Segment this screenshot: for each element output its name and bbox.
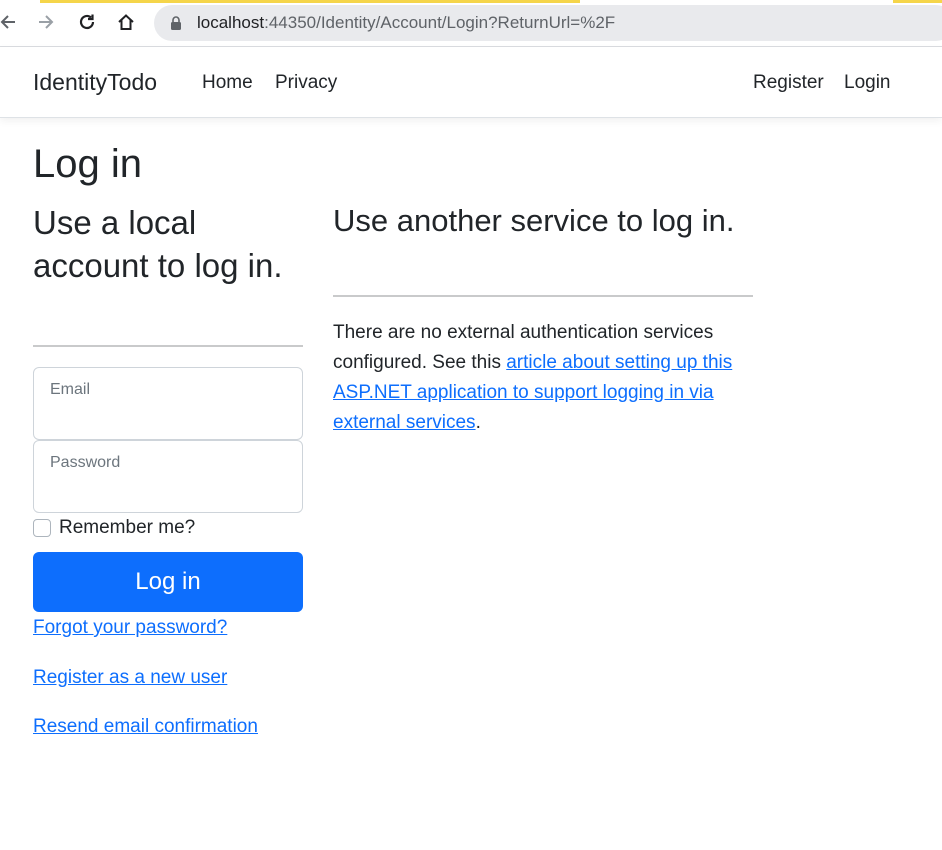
- home-button[interactable]: [112, 8, 140, 36]
- password-input[interactable]: [49, 477, 289, 497]
- page-title: Log in: [33, 142, 142, 186]
- local-section-divider: [33, 345, 303, 347]
- email-label: Email: [50, 381, 91, 398]
- browser-toolbar: localhost:44350/Identity/Account/Login?R…: [0, 0, 942, 46]
- email-input[interactable]: [49, 404, 289, 424]
- arrow-right-icon: [39, 15, 54, 29]
- remember-me-row[interactable]: Remember me?: [33, 516, 195, 540]
- nav-home-link[interactable]: Home: [202, 72, 253, 94]
- local-account-heading: Use a local account to log in.: [33, 204, 283, 284]
- login-submit-button[interactable]: Log in: [33, 552, 303, 612]
- back-button[interactable]: [0, 8, 22, 36]
- brand-link[interactable]: IdentityTodo: [33, 69, 157, 96]
- password-field[interactable]: Password: [33, 440, 303, 513]
- external-login-heading: Use another service to log in.: [333, 203, 735, 238]
- site-navbar: IdentityTodo Home Privacy Register Login: [0, 47, 942, 118]
- arrow-left-icon: [0, 15, 15, 29]
- url-host: localhost: [197, 13, 265, 32]
- url-text: localhost:44350/Identity/Account/Login?R…: [197, 13, 615, 33]
- loading-bar: [40, 0, 580, 3]
- forward-button[interactable]: [32, 8, 60, 36]
- loading-bar-segment: [893, 0, 942, 3]
- remember-me-label[interactable]: Remember me?: [59, 517, 195, 539]
- remember-me-checkbox[interactable]: [33, 519, 51, 537]
- nav-register-link[interactable]: Register: [753, 72, 824, 94]
- home-icon: [118, 14, 134, 30]
- lock-icon: [171, 16, 181, 30]
- external-services-message: There are no external authentication ser…: [333, 318, 753, 438]
- email-field[interactable]: Email: [33, 367, 303, 440]
- external-text-after: .: [475, 412, 481, 433]
- nav-login-link[interactable]: Login: [844, 72, 891, 94]
- password-label: Password: [50, 454, 121, 471]
- register-new-user-link[interactable]: Register as a new user: [33, 667, 227, 689]
- url-path: :44350/Identity/Account/Login?ReturnUrl=…: [264, 13, 616, 32]
- resend-confirmation-link[interactable]: Resend email confirmation: [33, 716, 258, 738]
- external-section-divider: [333, 295, 753, 297]
- reload-button[interactable]: [73, 8, 101, 36]
- forgot-password-link[interactable]: Forgot your password?: [33, 617, 227, 639]
- reload-icon: [79, 14, 95, 30]
- nav-privacy-link[interactable]: Privacy: [275, 72, 337, 94]
- address-bar[interactable]: localhost:44350/Identity/Account/Login?R…: [154, 5, 942, 41]
